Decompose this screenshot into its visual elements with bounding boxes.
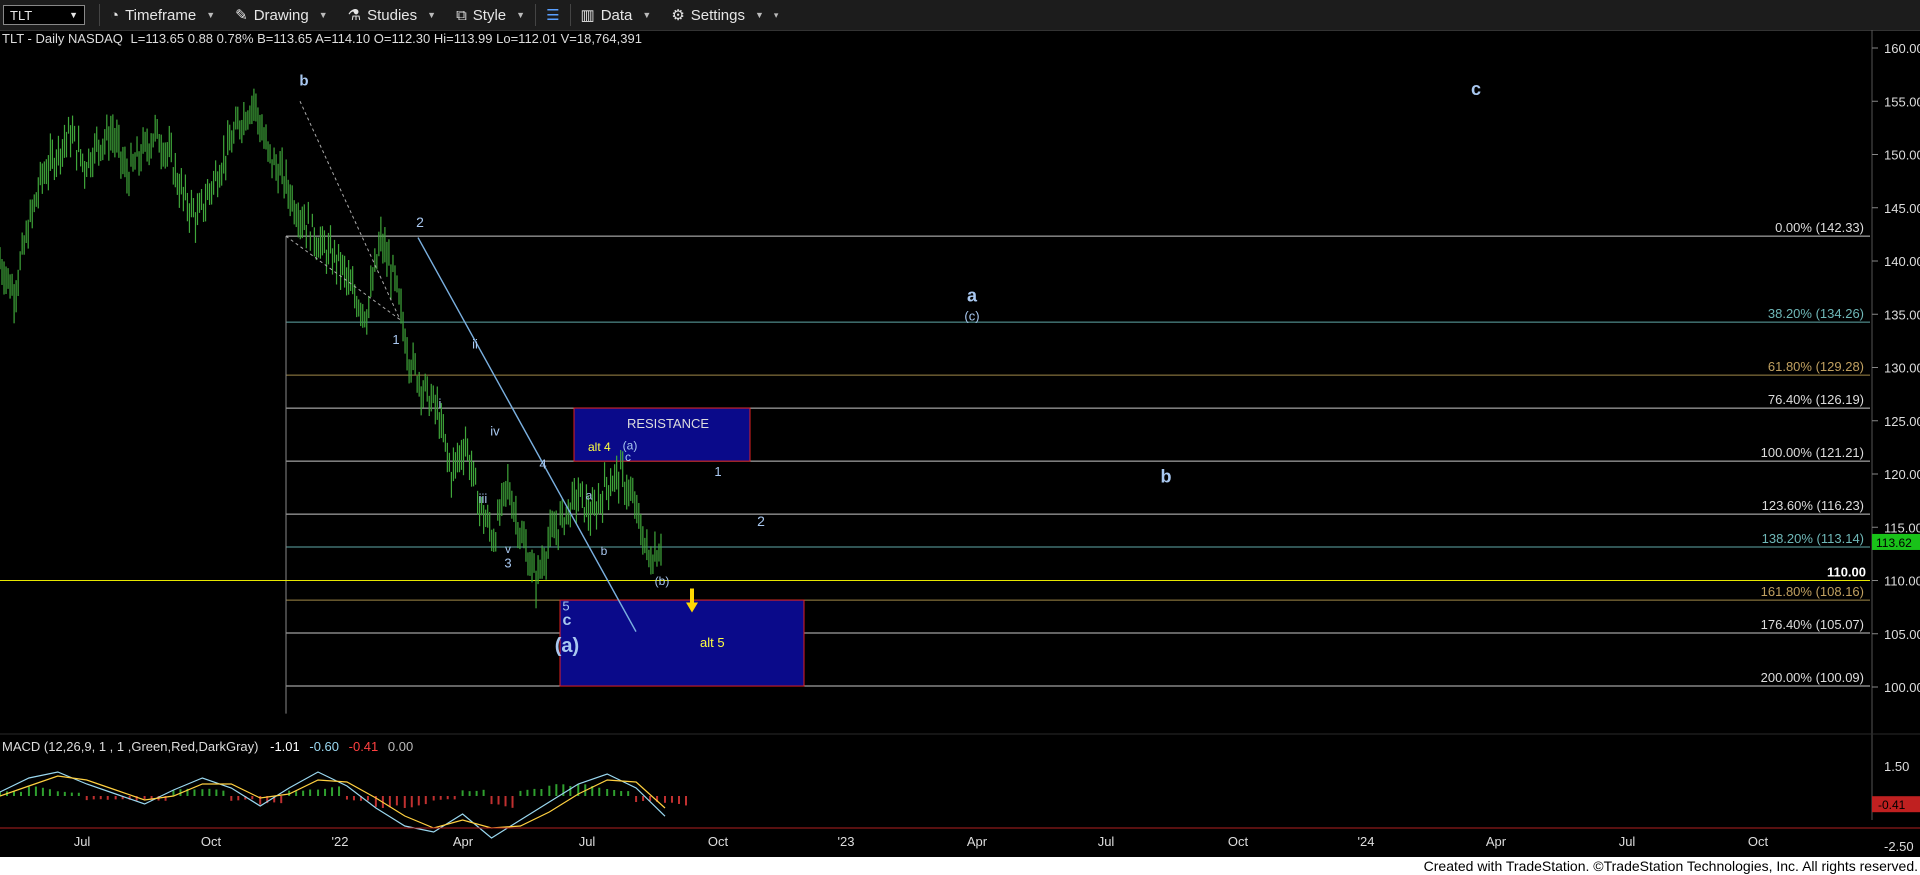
last-price-value: 113.62 [1876, 536, 1912, 550]
wave-label: (c) [964, 309, 979, 324]
time-axis-label: Apr [1486, 834, 1507, 849]
alt-5-label: alt 5 [700, 635, 725, 650]
macd-value-4: 0.00 [387, 739, 414, 754]
macd-value-1: -1.01 [270, 739, 300, 754]
time-axis-label: Jul [74, 834, 91, 849]
price-bars [0, 88, 662, 609]
wave-label: 2 [416, 214, 424, 230]
fib-level-label: 61.80% (129.28) [1768, 359, 1864, 374]
fib-level-label: 76.40% (126.19) [1768, 392, 1864, 407]
wave-label: b [1161, 467, 1172, 487]
time-axis-label: '24 [1358, 834, 1375, 849]
wave-label: a [586, 489, 593, 503]
macd-signal-line [0, 775, 666, 829]
wave-label: (a) [623, 439, 638, 453]
price-axis-label: 110.00 [1884, 574, 1920, 589]
time-axis-label: Jul [1619, 834, 1636, 849]
price-axis-label: 100.00 [1884, 680, 1920, 695]
macd-label-line: MACD (12,26,9, 1 , 1 ,Green,Red,DarkGray… [2, 739, 413, 754]
wave-label: (a) [555, 635, 579, 657]
time-axis-label: Oct [1228, 834, 1249, 849]
macd-label: MACD (12,26,9, 1 , 1 ,Green,Red,DarkGray… [2, 739, 259, 754]
time-axis-label: Oct [708, 834, 729, 849]
fib-level-label: 100.00% (121.21) [1761, 445, 1864, 460]
time-axis-label: Apr [967, 834, 988, 849]
wave-label: i [439, 396, 442, 411]
footer-credit: Created with TradeStation. ©TradeStation… [0, 857, 1920, 875]
fib-level-label: 200.00% (100.09) [1761, 670, 1864, 685]
wave-label: ii [472, 336, 478, 351]
wave-label: 2 [757, 513, 765, 529]
wave-label: c [1471, 79, 1481, 99]
macd-axis-label: -2.50 [1884, 839, 1914, 854]
fib-level-label: 138.20% (113.14) [1762, 531, 1864, 546]
wave-label: 3 [504, 556, 511, 571]
wave-label: v [505, 542, 511, 556]
time-axis-label: Apr [453, 834, 474, 849]
alt-5-box [559, 599, 805, 687]
price-axis-label: 130.00 [1884, 361, 1920, 376]
price-axis-label: 150.00 [1884, 148, 1920, 163]
wave-label: 4 [539, 457, 546, 472]
time-axis-label: Oct [1748, 834, 1769, 849]
price-axis-label: 140.00 [1884, 254, 1920, 269]
wave-label: c [563, 612, 572, 629]
wave-label: 5 [562, 598, 569, 613]
macd-value-3: -0.41 [348, 739, 379, 754]
time-axis-label: '23 [838, 834, 855, 849]
price-axis-label: 105.00 [1884, 627, 1920, 642]
time-axis-label: Oct [201, 834, 222, 849]
price-axis-label: 160.00 [1884, 41, 1920, 56]
fib-level-label: 38.20% (134.26) [1768, 306, 1864, 321]
price-axis-label: 120.00 [1884, 467, 1920, 482]
time-axis-label: Jul [579, 834, 596, 849]
wave-label: iv [490, 424, 500, 439]
macd-value-2: -0.60 [309, 739, 340, 754]
fib-level-label: 0.00% (142.33) [1775, 220, 1864, 235]
price-axis-label: 125.00 [1884, 414, 1920, 429]
wave-label: b [299, 72, 308, 89]
wave-label: 1 [714, 464, 721, 479]
time-axis-label: Jul [1098, 834, 1115, 849]
wave-label: (b) [655, 574, 670, 588]
price-axis-label: 115.00 [1884, 520, 1920, 535]
price-axis-label: 155.00 [1884, 94, 1920, 109]
price-chart[interactable]: 100.00105.00110.00115.00120.00125.00130.… [0, 0, 1920, 857]
wave-label: iii [479, 491, 488, 506]
time-axis-label: '22 [332, 834, 349, 849]
price-axis-label: 145.00 [1884, 201, 1920, 216]
macd-current-value: -0.41 [1878, 798, 1906, 812]
level-110-label: 110.00 [1827, 565, 1866, 580]
dashed-trend-line [299, 101, 401, 320]
wave-label: 1 [392, 332, 399, 347]
resistance-label: RESISTANCE [627, 416, 709, 431]
price-axis-label: 135.00 [1884, 307, 1920, 322]
alt-4-label: alt 4 [588, 440, 611, 454]
macd-axis-label: 1.50 [1884, 759, 1909, 774]
fib-level-label: 123.60% (116.23) [1762, 498, 1864, 513]
wave-label: a [967, 285, 978, 305]
fib-level-label: 176.40% (105.07) [1761, 617, 1864, 632]
wave-label: b [601, 544, 608, 558]
fib-level-label: 161.80% (108.16) [1761, 584, 1864, 599]
